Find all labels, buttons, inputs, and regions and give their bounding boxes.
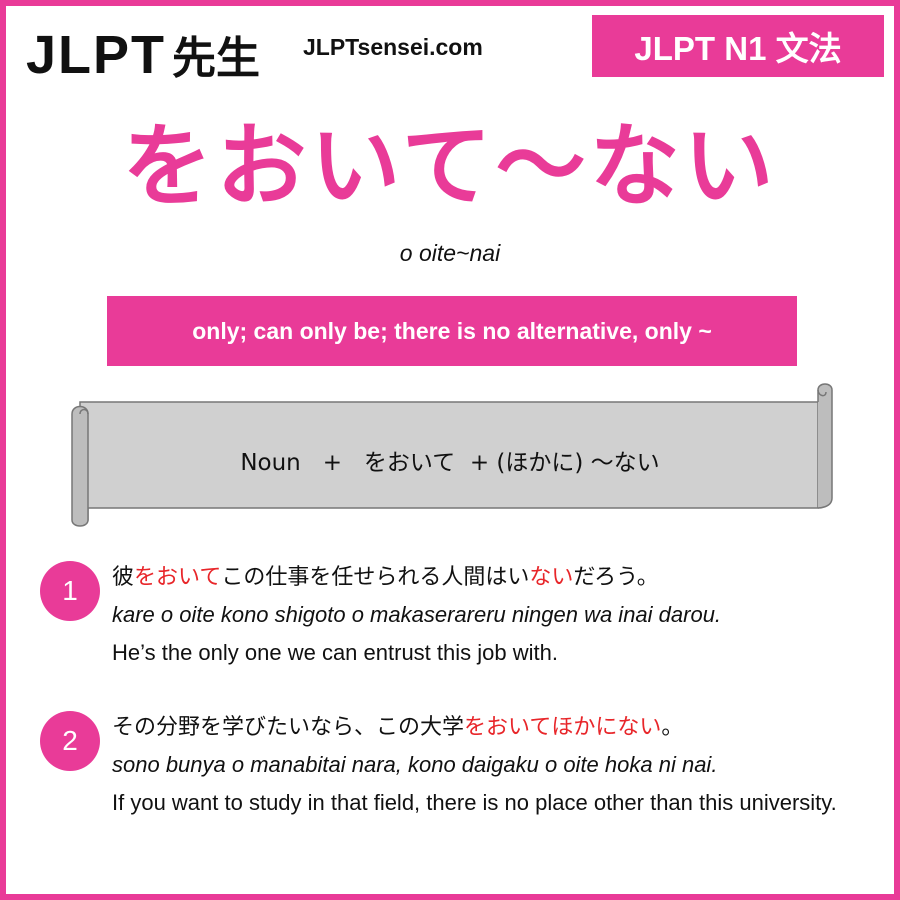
formation-text: Noun + をおいて + (ほかに) ～ない [240, 450, 660, 476]
jp-text: 彼 [112, 565, 135, 590]
example-2-japanese: その分野を学びたいなら、この大学をおいてほかにない。 [112, 710, 857, 746]
jp-text: その分野を学びたいなら、この大学 [112, 715, 465, 740]
jp-highlight: をおいてほかにない [464, 715, 662, 740]
site-url[interactable]: JLPTsensei.com [303, 34, 483, 61]
meaning-banner: only; can only be; there is no alternati… [107, 296, 797, 366]
grammar-title: をおいて～ない [122, 114, 778, 219]
grammar-romaji: o oite~nai [399, 240, 501, 266]
example-2-english: If you want to study in that field, ther… [112, 790, 837, 815]
jlpt-sensei-logo[interactable]: JLPT 先生 [26, 22, 260, 92]
example-2-romaji: sono bunya o manabitai nara, kono daigak… [112, 752, 718, 777]
example-1-english: He’s the only one we can entrust this jo… [112, 640, 558, 665]
example-1: 彼をおいてこの仕事を任せられる人間はいないだろう。 kare o oite ko… [112, 560, 887, 672]
jp-text: だろう。 [573, 565, 659, 590]
example-2: その分野を学びたいなら、この大学をおいてほかにない。 sono bunya o … [112, 710, 857, 822]
level-badge: JLPT N1 文法 [592, 15, 884, 77]
example-1-japanese: 彼をおいてこの仕事を任せられる人間はいないだろう。 [112, 560, 887, 596]
example-1-romaji: kare o oite kono shigoto o makaserareru … [112, 602, 722, 627]
jp-highlight: ない [529, 565, 574, 590]
jp-text: 。 [661, 715, 684, 740]
example-number-badge: 2 [40, 711, 100, 771]
jp-highlight: をおいて [134, 565, 222, 590]
jp-text: この仕事を任せられる人間はい [221, 565, 530, 590]
logo-kanji: 先生 [172, 33, 261, 84]
logo-text: JLPT [26, 25, 167, 85]
example-number-badge: 1 [40, 561, 100, 621]
